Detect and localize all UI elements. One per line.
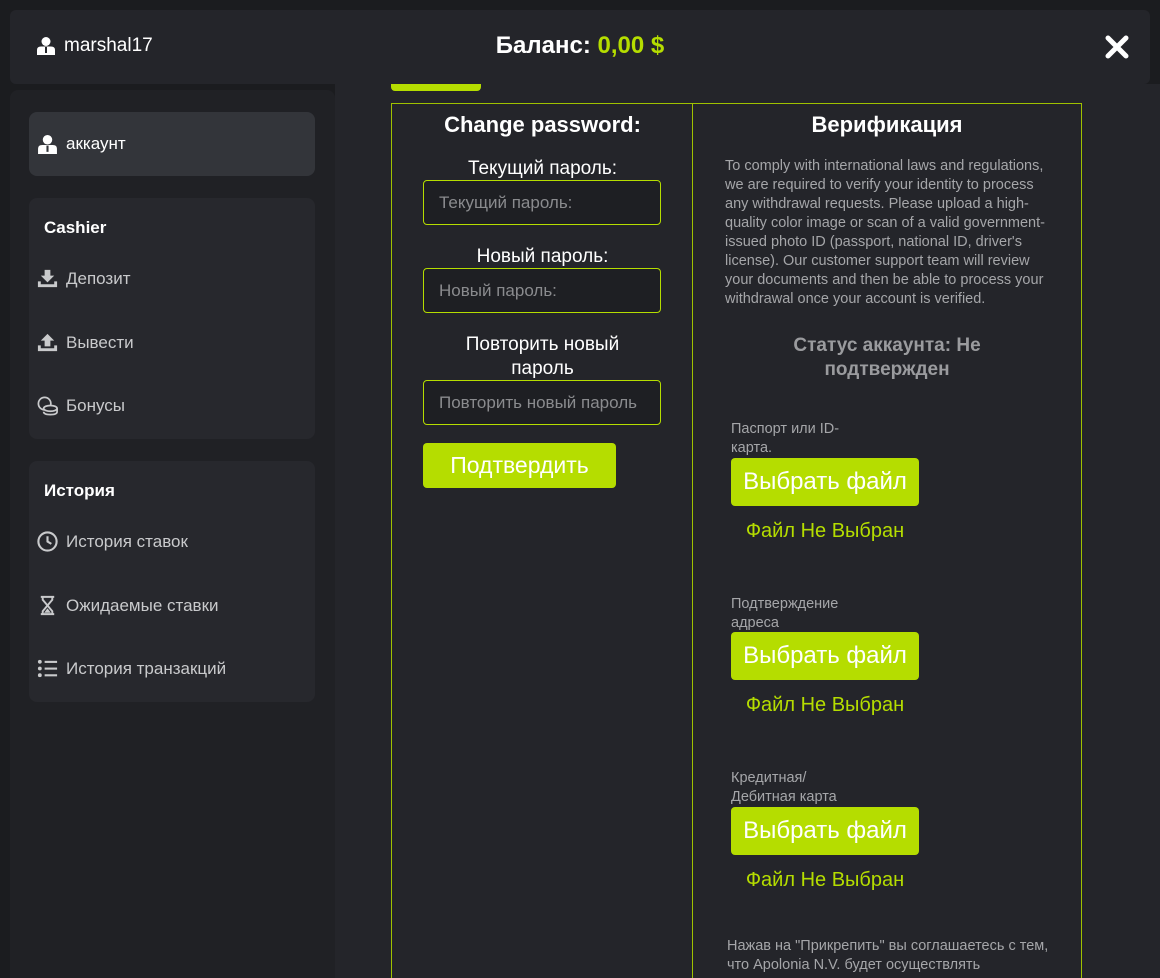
balance-label: Баланс: [495,32,591,59]
choose-file-button-card[interactable]: Выбрать файл [731,807,919,855]
sidebar-item-label: История транзакций [66,658,227,678]
change-password-title: Change password: [444,112,641,137]
balance: Баланс: 0,00 $ [10,32,1150,60]
close-icon[interactable] [1104,34,1130,60]
new-password-label: Новый пароль: [476,246,609,267]
file-status-id: Файл Не Выбран [745,520,905,542]
clock-icon [37,531,58,552]
cashier-section: Cashier Депозит Вывести Бонусы [29,198,315,439]
document-label-id: Паспорт или ID-карта. [731,421,840,456]
choose-file-button-address[interactable]: Выбрать файл [731,632,919,680]
withdraw-icon [37,333,58,352]
user-icon [38,134,57,154]
sidebar-item-bet-history[interactable]: История ставок [36,530,188,553]
sidebar: аккаунт Cashier Депозит Вывести Бонусы И… [10,90,335,978]
repeat-password-label: Повторить новый пароль [465,334,620,379]
choose-file-button-id[interactable]: Выбрать файл [731,458,919,506]
sidebar-item-deposit[interactable]: Депозит [36,267,131,290]
verification-panel: Верификация To comply with international… [692,103,1082,978]
file-status-card: Файл Не Выбран [745,869,905,891]
sidebar-item-label: Бонусы [66,395,126,415]
deposit-icon [37,269,58,288]
file-status-address: Файл Не Выбран [745,694,905,716]
new-password-input[interactable] [423,268,661,313]
repeat-password-input[interactable] [423,380,661,425]
sidebar-item-label: Ожидаемые ставки [66,595,219,615]
history-section: История История ставок Ожидаемые ставки … [29,461,315,702]
list-icon [37,659,58,678]
change-password-panel: Change password: Текущий пароль: Новый п… [391,103,693,978]
current-password-label: Текущий пароль: [467,158,618,179]
sidebar-item-label: Депозит [66,268,131,288]
sidebar-item-transactions[interactable]: История транзакций [36,657,226,680]
sidebar-item-label: аккаунт [66,134,126,153]
hourglass-icon [40,595,55,616]
top-bar: marshal17 Баланс: 0,00 $ [10,10,1150,84]
current-password-input[interactable] [423,180,661,225]
sidebar-item-label: История ставок [66,531,188,551]
sidebar-item-withdraw[interactable]: Вывести [36,331,134,354]
sidebar-item-bonuses[interactable]: Бонусы [36,394,125,417]
sidebar-item-account[interactable]: аккаунт [29,112,315,176]
submit-password-button[interactable]: Подтвердить [423,443,616,488]
active-tab-indicator [391,84,481,91]
sidebar-item-label: Вывести [66,332,134,352]
coins-icon [37,396,58,416]
document-label-card: Кредитная/ Дебитная карта [731,770,837,805]
verification-title: Верификация [811,112,963,137]
main-content: Change password: Текущий пароль: Новый п… [335,84,1160,978]
document-label-address: Подтверждение адреса [731,596,839,631]
cashier-title: Cashier [44,218,107,237]
account-status: Статус аккаунта: Не подтвержден [793,335,981,380]
balance-value: 0,00 $ [597,32,665,59]
history-title: История [44,481,115,500]
sidebar-item-pending-bets[interactable]: Ожидаемые ставки [36,594,219,617]
agreement-text: Нажав на "Прикрепить" вы соглашаетесь с … [727,938,1049,973]
verification-text: To comply with international laws and re… [725,158,1045,307]
